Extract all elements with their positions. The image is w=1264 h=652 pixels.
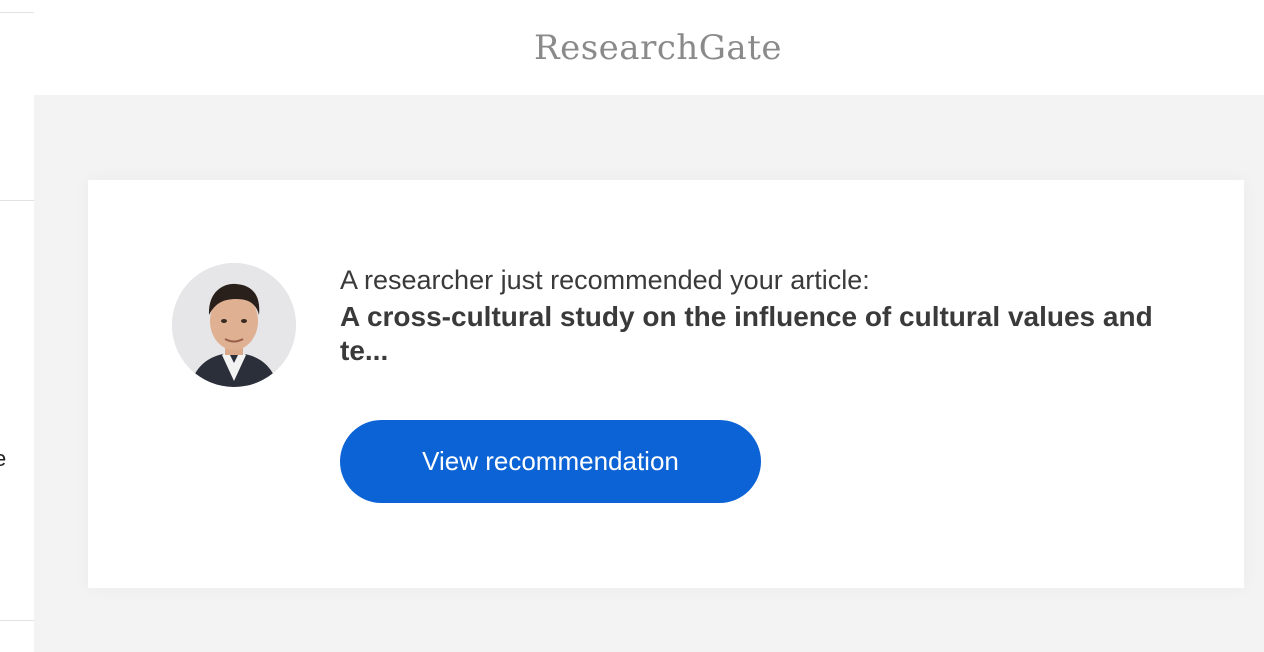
left-pane-divider: [0, 200, 34, 201]
left-pane: e: [0, 0, 34, 652]
notification-content: A researcher just recommended your artic…: [340, 262, 1180, 368]
left-pane-divider: [0, 12, 34, 13]
avatar-photo: [172, 263, 296, 387]
left-pane-divider: [0, 620, 34, 621]
article-title-link[interactable]: A cross-cultural study on the influence …: [340, 300, 1160, 368]
person-avatar-icon[interactable]: [172, 263, 296, 387]
brand-header: ResearchGate: [34, 0, 1264, 95]
view-recommendation-button[interactable]: View recommendation: [340, 420, 761, 503]
notification-intro: A researcher just recommended your artic…: [340, 265, 870, 295]
brand-logo-text[interactable]: ResearchGate: [534, 28, 782, 68]
left-pane-cut-text: e: [0, 446, 7, 471]
notification-card: A researcher just recommended your artic…: [88, 180, 1244, 588]
